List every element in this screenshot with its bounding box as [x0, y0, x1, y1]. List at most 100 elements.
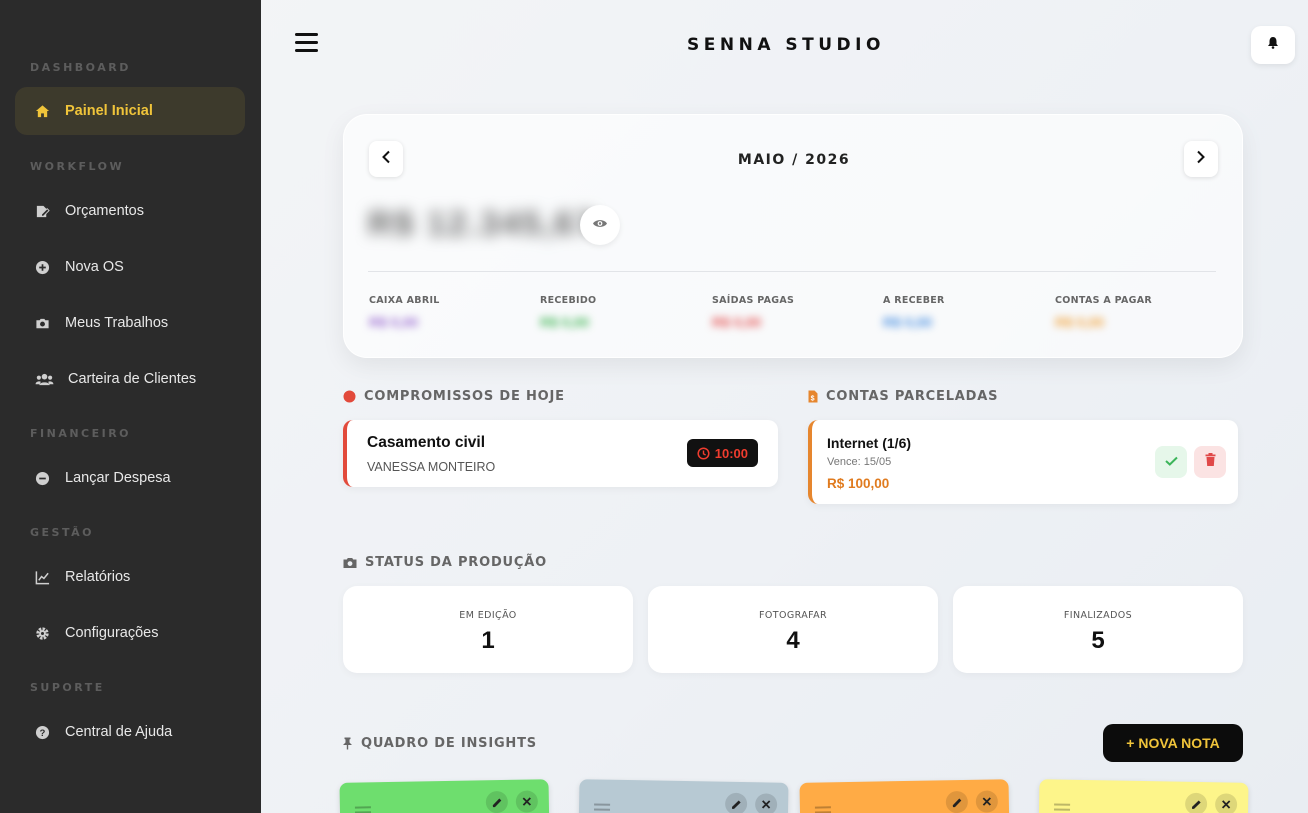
production-value: 5: [1091, 627, 1105, 654]
production-value: 1: [481, 627, 495, 654]
pin-icon: [342, 737, 353, 750]
delete-note-button[interactable]: [1214, 793, 1238, 813]
sidebar-item-configuracoes[interactable]: Configurações: [15, 609, 245, 657]
edit-note-button[interactable]: [485, 790, 509, 813]
sidebar-item-label: Orçamentos: [65, 203, 144, 219]
help-circle-icon: ?: [34, 724, 50, 740]
appointments-heading: COMPROMISSOS DE HOJE: [343, 389, 565, 404]
heading-label: QUADRO DE INSIGHTS: [361, 736, 537, 751]
red-dot-icon: [343, 390, 356, 403]
gear-icon: [34, 625, 50, 641]
clock-icon: [697, 446, 710, 460]
sidebar-item-nova-os[interactable]: Nova OS: [15, 243, 245, 291]
production-card-shoot[interactable]: FOTOGRAFAR 4: [648, 586, 938, 673]
sidebar-item-central-ajuda[interactable]: ? Central de Ajuda: [15, 708, 245, 756]
insight-note[interactable]: [578, 779, 789, 813]
sidebar-item-label: Nova OS: [65, 259, 124, 275]
stat-label: RECEBIDO: [540, 295, 597, 306]
stat-value-hidden: R$ 0,00: [540, 314, 590, 330]
appointment-time: 10:00: [714, 445, 748, 461]
sidebar-item-label: Central de Ajuda: [65, 724, 173, 740]
drag-handle-icon[interactable]: [354, 806, 372, 813]
sidebar-item-label: Configurações: [65, 625, 159, 641]
edit-note-button[interactable]: [1184, 792, 1208, 813]
delete-note-button[interactable]: [515, 790, 539, 813]
close-icon: [982, 797, 992, 806]
appointment-title: Casamento civil: [367, 434, 486, 451]
svg-text:?: ?: [39, 728, 45, 738]
time-badge: 10:00: [686, 439, 758, 467]
sidebar-item-meus-trabalhos[interactable]: Meus Trabalhos: [15, 299, 245, 347]
camera-icon: [343, 557, 357, 569]
stat-recebido: RECEBIDO R$ 0,00: [540, 295, 596, 330]
heading-label: CONTAS PARCELADAS: [826, 389, 999, 404]
next-month-button[interactable]: [1184, 141, 1218, 177]
edit-note-button[interactable]: [724, 792, 748, 813]
sidebar-item-label: Relatórios: [65, 569, 131, 585]
delete-installment-button[interactable]: [1194, 446, 1226, 478]
stat-saidas-pagas: SAÍDAS PAGAS R$ 0,00: [712, 295, 794, 330]
stat-a-receber: A RECEBER R$ 0,00: [883, 295, 945, 330]
stat-value-hidden: R$ 0,00: [369, 314, 419, 330]
production-label: FINALIZADOS: [1063, 610, 1133, 621]
production-label: EM EDIÇÃO: [459, 610, 517, 621]
sidebar-item-label: Meus Trabalhos: [65, 315, 169, 331]
eye-icon: [592, 216, 608, 234]
insight-note[interactable]: [339, 779, 550, 813]
insight-note[interactable]: [799, 779, 1010, 813]
section-workflow: WORKFLOW: [30, 160, 125, 173]
bell-icon: [1267, 36, 1279, 54]
production-heading: STATUS DA PRODUÇÃO: [343, 555, 547, 570]
new-note-button[interactable]: + NOVA NOTA: [1103, 724, 1243, 762]
month-title: MAIO / 2026: [737, 152, 851, 168]
insight-note[interactable]: [1038, 779, 1249, 813]
edit-note-button[interactable]: [945, 790, 969, 813]
balance-value-hidden: R$ 12.345,67: [368, 205, 597, 243]
pencil-icon: [492, 798, 501, 807]
appointment-client: VANESSA MONTEIRO: [367, 460, 496, 474]
home-icon: [34, 103, 50, 119]
production-value: 4: [786, 627, 800, 654]
check-icon: [1164, 453, 1178, 471]
file-edit-icon: [34, 203, 50, 219]
sidebar-item-orcamentos[interactable]: Orçamentos: [15, 187, 245, 235]
delete-note-button[interactable]: [754, 793, 778, 813]
drag-handle-icon[interactable]: [1053, 803, 1071, 813]
trash-icon: [1205, 453, 1216, 471]
heading-label: STATUS DA PRODUÇÃO: [365, 555, 547, 570]
installments-heading: $ CONTAS PARCELADAS: [808, 389, 998, 404]
section-dashboard: DASHBOARD: [30, 61, 131, 74]
plus-circle-icon: [34, 259, 50, 275]
appointment-card[interactable]: Casamento civil VANESSA MONTEIRO 10:00: [343, 420, 778, 487]
sidebar-item-label: Painel Inicial: [65, 103, 153, 119]
stat-label: A RECEBER: [883, 295, 945, 306]
production-card-done[interactable]: FINALIZADOS 5: [953, 586, 1243, 673]
close-icon: [761, 800, 771, 809]
production-card-editing[interactable]: EM EDIÇÃO 1: [343, 586, 633, 673]
sidebar-item-relatorios[interactable]: Relatórios: [15, 553, 245, 601]
menu-icon[interactable]: [295, 33, 318, 53]
drag-handle-icon[interactable]: [593, 803, 611, 813]
stat-contas-pagar: CONTAS A PAGAR R$ 0,00: [1055, 295, 1152, 330]
users-icon: [34, 371, 54, 387]
stat-caixa: CAIXA ABRIL R$ 0,00: [369, 295, 440, 330]
camera-icon: [34, 315, 50, 331]
sidebar-item-carteira-clientes[interactable]: Carteira de Clientes: [15, 355, 245, 403]
month-summary-card: MAIO / 2026 R$ 12.345,67 CAIXA ABRIL R$ …: [343, 114, 1243, 358]
sidebar-item-lancar-despesa[interactable]: Lançar Despesa: [15, 454, 245, 502]
stat-label: SAÍDAS PAGAS: [712, 295, 795, 306]
production-label: FOTOGRAFAR: [759, 610, 827, 621]
sidebar-item-label: Lançar Despesa: [65, 470, 171, 486]
pay-installment-button[interactable]: [1155, 446, 1187, 478]
sidebar-item-label: Carteira de Clientes: [68, 371, 197, 387]
sidebar-item-painel-inicial[interactable]: Painel Inicial: [15, 87, 245, 135]
section-suporte: SUPORTE: [30, 681, 105, 694]
notification-button[interactable]: [1251, 26, 1295, 64]
sidebar: DASHBOARD Painel Inicial WORKFLOW Orçame…: [0, 0, 261, 813]
drag-handle-icon[interactable]: [814, 806, 832, 813]
divider: [368, 271, 1216, 272]
pencil-icon: [952, 798, 961, 807]
toggle-visibility-button[interactable]: [580, 205, 620, 245]
delete-note-button[interactable]: [975, 790, 999, 813]
brand-title: SENNA STUDIO: [687, 35, 885, 55]
